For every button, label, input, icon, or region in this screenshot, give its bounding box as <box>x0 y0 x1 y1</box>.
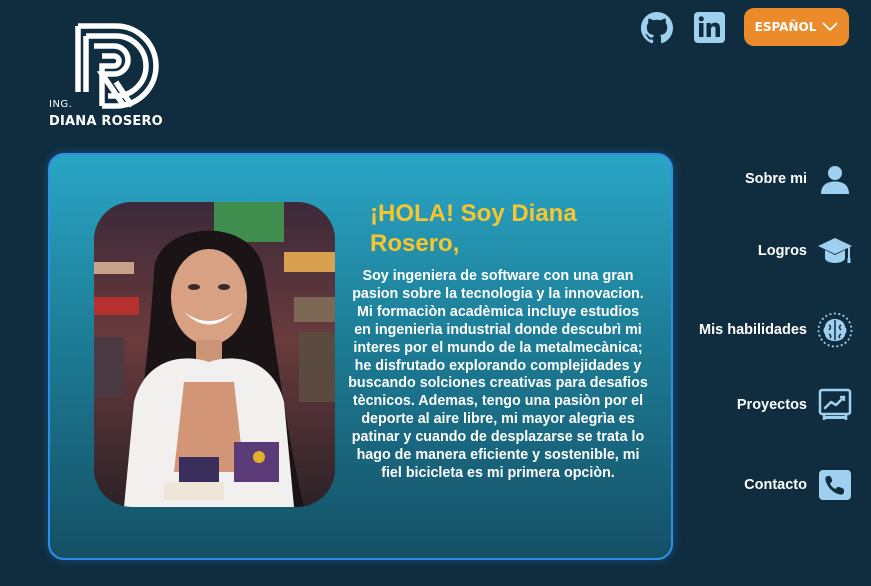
chevron-down-icon <box>822 22 838 31</box>
language-select-button[interactable]: ESPAÑOL <box>744 8 849 46</box>
nav-item-label: Contacto <box>744 477 807 493</box>
hero-bio: Soy ingeniera de software con una gran p… <box>348 268 648 481</box>
profile-photo <box>94 202 335 507</box>
nav-item-logros[interactable]: Logros <box>758 233 853 269</box>
nav-item-label: Proyectos <box>736 397 807 413</box>
nav-item-label: Logros <box>757 243 807 259</box>
nav-item-proyectos[interactable]: Proyectos <box>737 387 853 423</box>
nav-item-contacto[interactable]: Contacto <box>744 467 853 503</box>
language-label: ESPAÑOL <box>754 20 817 34</box>
about-card: ¡HOLA! Soy Diana Rosero, Soy ingeniera d… <box>48 153 673 560</box>
nav-item-label: Sobre mi <box>744 171 807 187</box>
nav-item-sobre-mi[interactable]: Sobre mi <box>745 161 853 197</box>
dr-monogram-logo <box>75 23 159 109</box>
linkedin-icon <box>694 12 725 43</box>
linkedin-link[interactable] <box>694 12 725 43</box>
github-link[interactable] <box>641 12 673 44</box>
brand-name: DIANA ROSERO <box>49 114 163 129</box>
user-icon <box>817 161 853 197</box>
nav-item-label: Mis habilidades <box>699 322 807 338</box>
hero-greeting: ¡HOLA! Soy Diana Rosero, <box>370 200 577 257</box>
brain-icon <box>817 312 853 348</box>
phone-icon <box>817 467 853 503</box>
brand-logo[interactable]: ING. DIANA ROSERO <box>48 20 168 132</box>
nav-item-mis-habilidades[interactable]: Mis habilidades <box>699 312 853 348</box>
chart-board-icon <box>817 387 853 423</box>
graduation-cap-icon <box>817 233 853 269</box>
brand-prefix: ING. <box>49 99 73 110</box>
github-icon <box>641 12 673 44</box>
